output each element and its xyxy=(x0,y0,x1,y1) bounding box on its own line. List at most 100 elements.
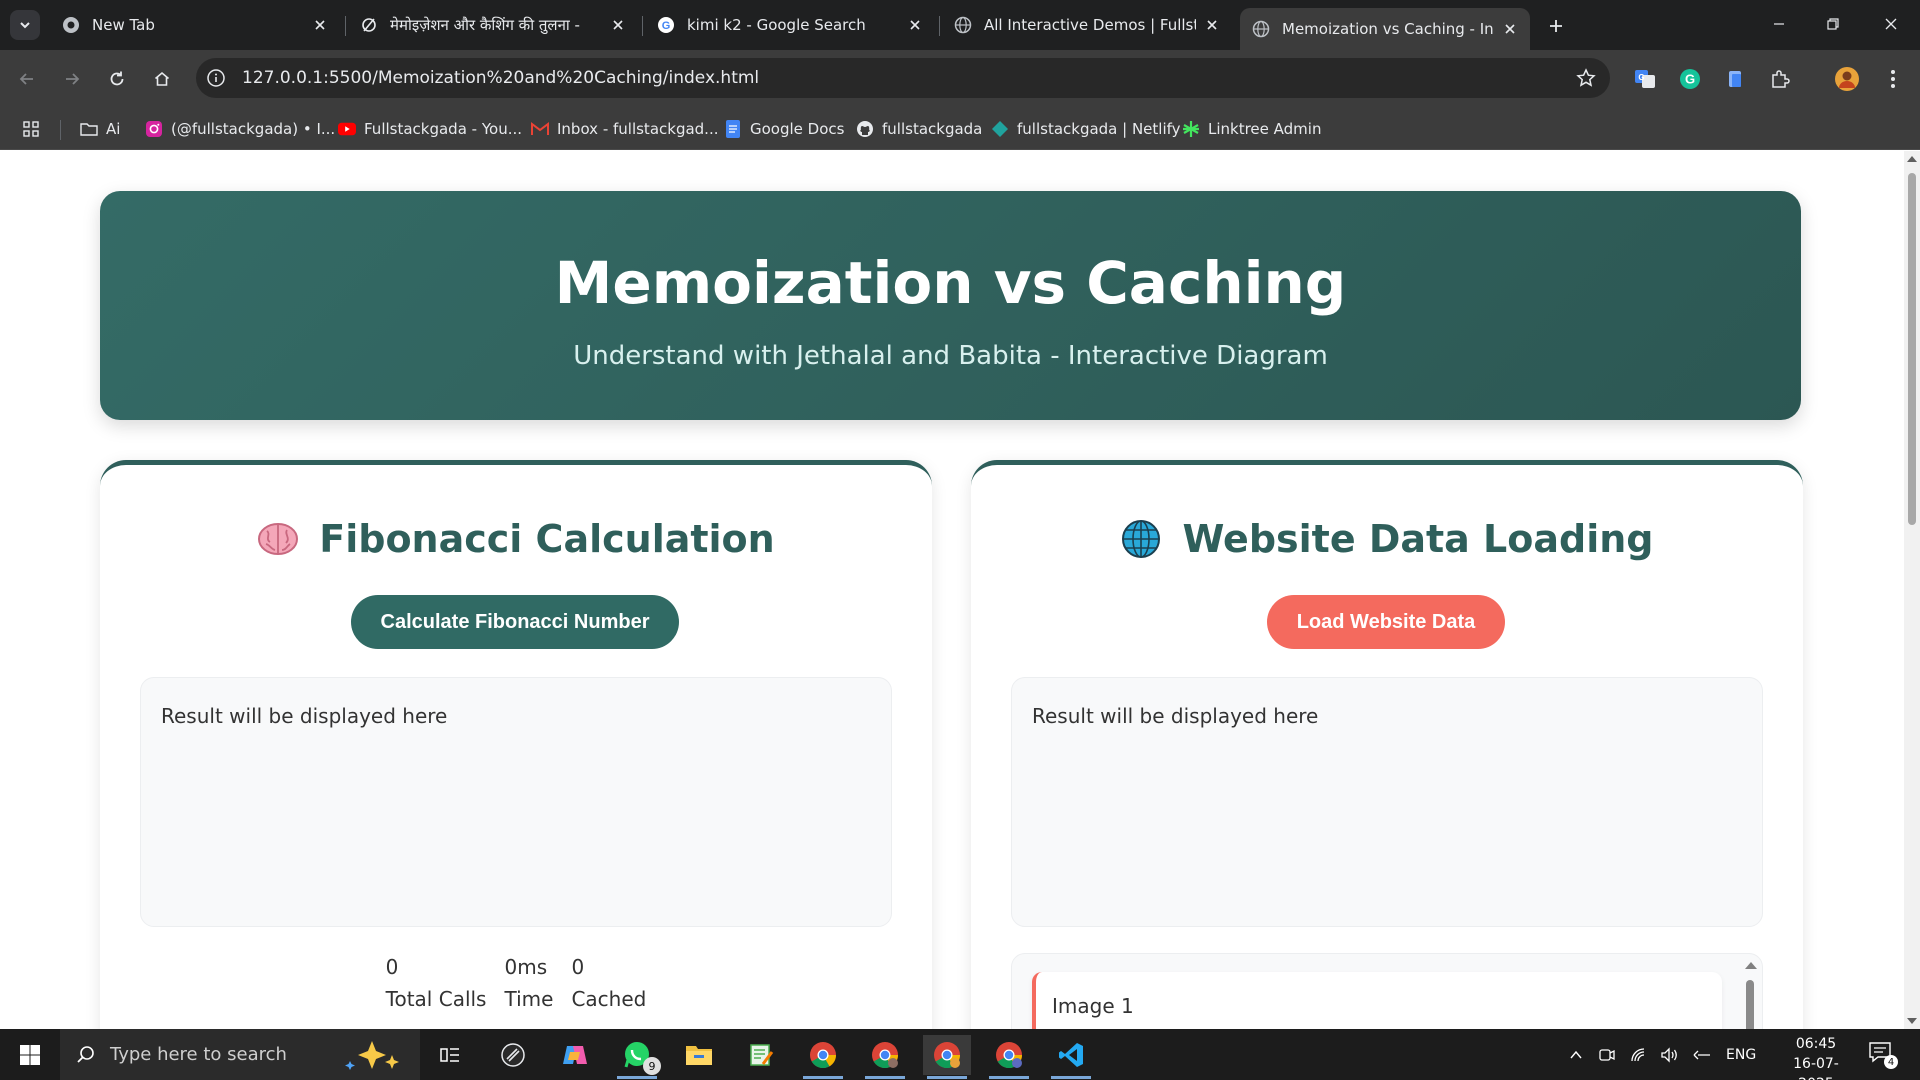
wifi-icon[interactable] xyxy=(1630,1047,1648,1063)
tab-all-demos[interactable]: All Interactive Demos | Fullstack xyxy=(942,8,1232,42)
bookmark-google-docs[interactable]: Google Docs xyxy=(724,118,844,140)
tab-search-button[interactable] xyxy=(10,10,40,40)
task-view-button[interactable] xyxy=(426,1035,474,1075)
minimize-button[interactable] xyxy=(1756,8,1802,40)
close-tab-icon[interactable] xyxy=(1204,17,1220,33)
fibonacci-card: Fibonacci Calculation Calculate Fibonacc… xyxy=(100,460,932,1029)
windows-logo-icon xyxy=(20,1044,40,1065)
taskbar-app-copilot[interactable] xyxy=(551,1035,599,1075)
start-button[interactable] xyxy=(0,1029,60,1080)
scroll-up-arrow-icon[interactable] xyxy=(1745,962,1757,969)
chrome-icon xyxy=(62,16,80,34)
notifications-button[interactable]: 4 xyxy=(1868,1041,1898,1069)
taskbar-app-chrome-2[interactable] xyxy=(861,1035,909,1079)
close-tab-icon[interactable] xyxy=(1502,21,1518,37)
windows-taskbar: Type here to search 9 ENG 06:45 16-07- 4 xyxy=(0,1029,1920,1080)
tab-title: Memoization vs Caching - Inter xyxy=(1282,20,1494,38)
new-tab-button[interactable] xyxy=(1542,12,1570,40)
bookmarks-bar: Ai (@fullstackgada) • I... Fullstackgada… xyxy=(0,108,1920,150)
fibonacci-stats: 0 Total Calls 0ms Time 0 Cached xyxy=(100,955,932,1011)
bookmark-netlify[interactable]: fullstackgada | Netlify xyxy=(991,118,1181,140)
restore-button[interactable] xyxy=(1810,8,1856,40)
bookmark-linktree[interactable]: Linktree Admin xyxy=(1182,118,1321,140)
bookmark-instagram[interactable]: (@fullstackgada) • I... xyxy=(145,118,335,140)
chevron-up-icon[interactable] xyxy=(1568,1047,1584,1063)
card-heading: Fibonacci Calculation xyxy=(100,517,932,561)
website-data-card: Website Data Loading Load Website Data R… xyxy=(971,460,1803,1029)
taskbar-app-chrome-3-active[interactable] xyxy=(923,1035,971,1079)
page-viewport: Memoization vs Caching Understand with J… xyxy=(0,151,1904,1029)
resource-list-scrollbar[interactable] xyxy=(1744,960,1757,1029)
calculate-fibonacci-button[interactable]: Calculate Fibonacci Number xyxy=(351,595,679,649)
google-translate-icon[interactable]: G xyxy=(1632,66,1658,92)
scroll-thumb[interactable] xyxy=(1908,173,1916,525)
extensions-puzzle-icon[interactable] xyxy=(1767,66,1793,92)
bookmark-youtube[interactable]: Fullstackgada - You... xyxy=(338,118,522,140)
meet-now-icon[interactable] xyxy=(1598,1047,1616,1063)
taskbar-app-editor[interactable] xyxy=(737,1035,785,1075)
scroll-thumb[interactable] xyxy=(1746,980,1754,1029)
bookmark-label: Fullstackgada - You... xyxy=(364,120,523,138)
taskbar-app-whatsapp[interactable]: 9 xyxy=(613,1035,661,1079)
resource-list[interactable]: Image 1 xyxy=(1011,953,1763,1029)
svg-text:G: G xyxy=(662,20,671,32)
profile-avatar[interactable] xyxy=(1834,66,1860,92)
kebab-menu-icon xyxy=(1891,70,1895,88)
back-button[interactable] xyxy=(12,64,42,94)
taskbar-app-linear[interactable] xyxy=(489,1035,537,1075)
apps-button[interactable] xyxy=(22,118,48,140)
tab-title: All Interactive Demos | Fullstack xyxy=(984,16,1196,34)
tab-title: kimi k2 - Google Search xyxy=(687,16,866,34)
bookmark-github[interactable]: fullstackgada xyxy=(856,118,982,140)
scroll-down-arrow-icon[interactable] xyxy=(1907,1018,1917,1024)
taskbar-app-file-explorer[interactable] xyxy=(675,1035,723,1075)
tab-memoization-hindi[interactable]: मेमोइज़ेशन और कैशिंग की तुलना - xyxy=(348,8,638,42)
input-language[interactable]: ENG xyxy=(1726,1047,1756,1063)
search-placeholder: Type here to search xyxy=(110,1044,287,1065)
bookmark-star-icon[interactable] xyxy=(1576,68,1596,88)
bookmark-gmail[interactable]: Inbox - fullstackgad... xyxy=(531,118,718,140)
globe-icon xyxy=(954,16,972,34)
perplexity-icon xyxy=(360,16,378,34)
address-bar[interactable]: 127.0.0.1:5500/Memoization%20and%20Cachi… xyxy=(196,58,1610,98)
vscode-icon xyxy=(1059,1043,1083,1067)
close-window-button[interactable] xyxy=(1868,8,1914,40)
chevron-down-icon xyxy=(20,22,30,29)
folder-icon xyxy=(686,1046,712,1065)
tab-new-tab[interactable]: New Tab xyxy=(50,8,340,42)
home-button[interactable] xyxy=(147,64,177,94)
forward-button[interactable] xyxy=(57,64,87,94)
clipboard-extension-icon[interactable] xyxy=(1722,66,1748,92)
taskbar-search-box[interactable]: Type here to search xyxy=(60,1029,420,1080)
taskbar-app-chrome-1[interactable] xyxy=(799,1035,847,1079)
grammarly-icon[interactable]: G xyxy=(1677,66,1703,92)
bookmark-label: Inbox - fullstackgad... xyxy=(557,120,719,138)
more-menu-button[interactable] xyxy=(1880,66,1906,92)
bookmark-label: Ai xyxy=(106,120,121,138)
site-info-icon[interactable] xyxy=(206,68,226,88)
svg-text:G: G xyxy=(1638,73,1644,82)
reload-button[interactable] xyxy=(102,64,132,94)
bookmark-ai-folder[interactable]: Ai xyxy=(80,118,120,140)
folder-icon xyxy=(80,120,98,138)
load-website-data-button[interactable]: Load Website Data xyxy=(1267,595,1505,649)
minimize-icon xyxy=(1774,23,1784,25)
close-tab-icon[interactable] xyxy=(907,17,923,33)
tab-memoization-active[interactable]: Memoization vs Caching - Inter xyxy=(1240,8,1530,50)
apps-grid-icon xyxy=(22,120,40,138)
system-clock[interactable]: 06:45 16-07-2025 xyxy=(1776,1034,1856,1080)
taskbar-app-chrome-4[interactable] xyxy=(985,1035,1033,1079)
taskbar-app-vscode[interactable] xyxy=(1047,1035,1095,1079)
tab-google-search[interactable]: G kimi k2 - Google Search xyxy=(645,8,935,42)
battery-icon[interactable] xyxy=(1692,1047,1712,1063)
speaker-icon[interactable] xyxy=(1660,1046,1680,1063)
list-item: Image 1 xyxy=(1032,972,1722,1029)
scroll-up-arrow-icon[interactable] xyxy=(1907,156,1917,162)
home-icon xyxy=(154,71,170,86)
close-tab-icon[interactable] xyxy=(610,17,626,33)
task-view-icon xyxy=(440,1048,459,1062)
brain-icon xyxy=(257,518,299,560)
close-tab-icon[interactable] xyxy=(312,17,328,33)
page-scrollbar[interactable] xyxy=(1904,151,1920,1029)
stat-value: 0 xyxy=(571,955,585,979)
